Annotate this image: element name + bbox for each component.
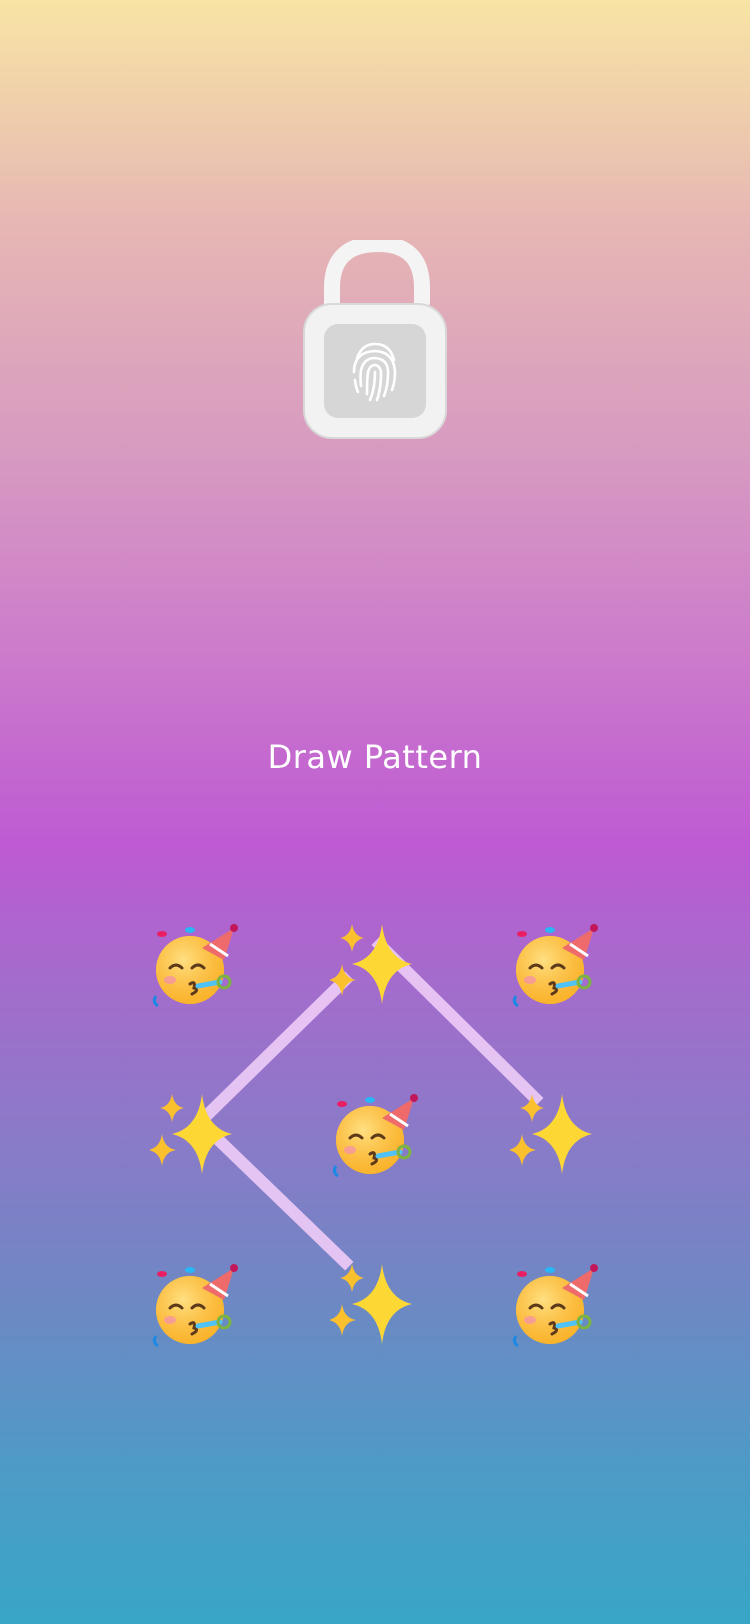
party-face-icon (512, 1264, 598, 1348)
pattern-node-6[interactable] (500, 1080, 610, 1190)
pattern-node-7[interactable] (140, 1250, 250, 1360)
pattern-node-8[interactable] (320, 1250, 430, 1360)
sparkles-icon (510, 1094, 592, 1174)
party-face-icon (332, 1094, 418, 1178)
sparkles-icon (150, 1094, 232, 1174)
pattern-node-3[interactable] (500, 910, 610, 1020)
party-face-icon (152, 1264, 238, 1348)
sparkles-icon (330, 924, 412, 1004)
pattern-node-9[interactable] (500, 1250, 610, 1360)
draw-pattern-title: Draw Pattern (267, 738, 483, 776)
party-face-icon (152, 924, 238, 1008)
pattern-grid[interactable] (130, 900, 620, 1360)
party-face-icon (512, 924, 598, 1008)
pattern-node-2[interactable] (320, 910, 430, 1020)
unlock-fingerprint-icon (300, 240, 450, 445)
pattern-node-1[interactable] (140, 910, 250, 1020)
pattern-node-4[interactable] (140, 1080, 250, 1190)
sparkles-icon (330, 1264, 412, 1344)
pattern-node-5[interactable] (320, 1080, 430, 1190)
